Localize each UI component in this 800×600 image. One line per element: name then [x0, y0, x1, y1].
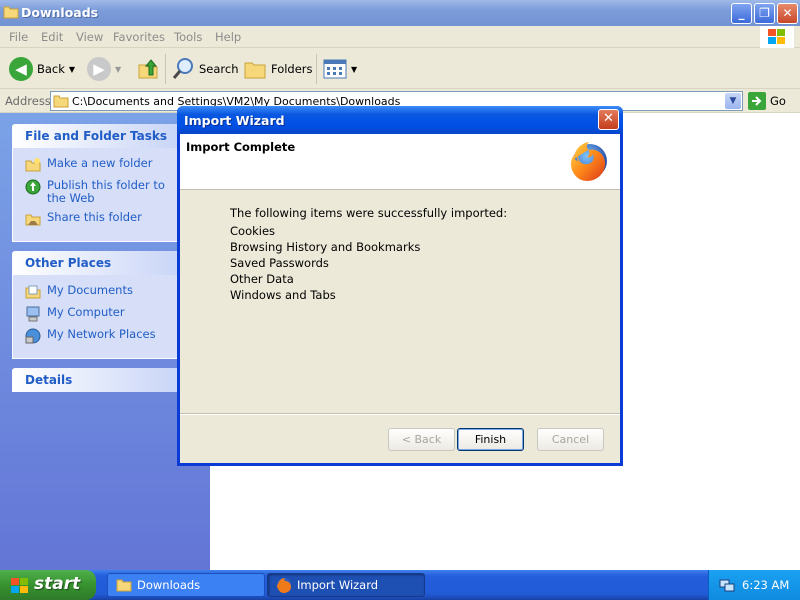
forward-arrow-icon: ▶: [87, 57, 111, 81]
menu-bar: File Edit View Favorites Tools Help: [0, 26, 800, 48]
search-icon: [172, 58, 193, 79]
maximize-button[interactable]: ❐: [754, 3, 775, 24]
back-button-disabled[interactable]: < Back: [388, 428, 455, 451]
network-tray-icon[interactable]: [719, 577, 735, 593]
back-dropdown-icon[interactable]: ▼: [69, 65, 75, 74]
dialog-footer-divider: [180, 413, 620, 415]
folder-icon: [53, 95, 69, 108]
address-dropdown-icon[interactable]: ▼: [725, 93, 741, 109]
menu-help[interactable]: Help: [215, 30, 241, 44]
details-title[interactable]: Details: [12, 368, 188, 392]
firefox-icon: [277, 578, 291, 593]
toolbar: ◀ Back ▼ ▶ ▼ Search Folders ▼: [0, 48, 800, 89]
other-places-panel: Other Places My Documents My Computer My…: [12, 251, 188, 359]
back-button[interactable]: ◀ Back ▼: [9, 56, 75, 82]
cancel-button[interactable]: Cancel: [537, 428, 604, 451]
folder-icon: [3, 6, 19, 19]
details-panel: Details: [12, 368, 188, 392]
publish-folder-link[interactable]: Publish this folder to the Web: [25, 179, 179, 205]
imported-item: Other Data: [230, 272, 294, 286]
other-places-title[interactable]: Other Places: [12, 251, 188, 275]
share-folder-link[interactable]: Share this folder: [25, 211, 179, 227]
toolbar-separator: [165, 54, 166, 84]
imported-item: Browsing History and Bookmarks: [230, 240, 421, 254]
taskbar-item-import-wizard[interactable]: Import Wizard: [267, 573, 425, 597]
toolbar-separator: [316, 54, 317, 84]
my-computer-link[interactable]: My Computer: [25, 306, 179, 322]
my-documents-icon: [25, 285, 41, 299]
dialog-title: Import Wizard: [184, 113, 285, 128]
file-folder-tasks-title[interactable]: File and Folder Tasks: [12, 124, 188, 148]
menu-favorites[interactable]: Favorites: [113, 30, 165, 44]
clock: 6:23 AM: [742, 578, 790, 592]
search-label: Search: [199, 62, 239, 76]
up-folder-icon: [138, 59, 158, 79]
close-button[interactable]: ✕: [777, 3, 798, 24]
windows-logo-icon: [11, 578, 28, 593]
search-button[interactable]: Search: [171, 56, 239, 82]
make-new-folder-link[interactable]: Make a new folder: [25, 157, 179, 173]
menu-tools[interactable]: Tools: [174, 30, 202, 44]
folder-icon: [116, 579, 132, 592]
dialog-titlebar[interactable]: Import Wizard ✕: [177, 106, 623, 134]
import-intro-text: The following items were successfully im…: [230, 206, 508, 220]
dialog-heading: Import Complete: [186, 140, 296, 154]
explorer-titlebar[interactable]: Downloads _ ❐ ✕: [0, 0, 800, 26]
go-arrow-icon: [748, 92, 766, 110]
views-button[interactable]: ▼: [323, 56, 357, 82]
imported-item: Saved Passwords: [230, 256, 329, 270]
dialog-body: The following items were successfully im…: [230, 206, 507, 304]
network-places-icon: [25, 328, 41, 344]
window-title: Downloads: [21, 5, 99, 20]
my-network-places-link[interactable]: My Network Places: [25, 328, 179, 344]
folders-button[interactable]: Folders: [243, 56, 313, 82]
go-button[interactable]: Go: [748, 92, 786, 110]
new-folder-icon: [25, 158, 41, 172]
import-wizard-dialog: Import Wizard ✕ Import Complete The foll…: [177, 106, 623, 466]
dialog-header: Import Complete: [180, 134, 620, 190]
back-arrow-icon: ◀: [9, 57, 33, 81]
views-dropdown-icon[interactable]: ▼: [351, 65, 357, 74]
firefox-logo-icon: [571, 142, 607, 181]
share-folder-icon: [25, 214, 41, 226]
globe-icon: [25, 179, 41, 195]
menu-file[interactable]: File: [9, 30, 28, 44]
finish-button[interactable]: Finish: [457, 428, 524, 451]
folders-label: Folders: [271, 62, 313, 76]
forward-dropdown-icon[interactable]: ▼: [115, 65, 121, 74]
minimize-button[interactable]: _: [731, 3, 752, 24]
views-icon: [323, 59, 347, 79]
taskbar: start Downloads Import Wizard 6:23 AM: [0, 570, 800, 600]
system-tray: 6:23 AM: [708, 570, 800, 600]
forward-button[interactable]: ▶ ▼: [87, 56, 121, 82]
folders-icon: [244, 62, 266, 79]
file-folder-tasks-panel: File and Folder Tasks Make a new folder …: [12, 124, 188, 242]
go-label: Go: [770, 94, 786, 108]
back-label: Back: [37, 62, 65, 76]
address-label: Address: [5, 94, 51, 108]
menu-edit[interactable]: Edit: [41, 30, 63, 44]
my-computer-icon: [26, 306, 40, 322]
my-documents-link[interactable]: My Documents: [25, 284, 179, 300]
dialog-close-button[interactable]: ✕: [598, 109, 619, 130]
taskbar-item-downloads[interactable]: Downloads: [107, 573, 265, 597]
windows-flag-logo: [760, 26, 794, 48]
up-folder-button[interactable]: [136, 56, 160, 82]
imported-item: Windows and Tabs: [230, 288, 336, 302]
start-label: start: [34, 574, 81, 594]
start-button[interactable]: start: [0, 570, 96, 600]
imported-item: Cookies: [230, 224, 276, 238]
menu-view[interactable]: View: [76, 30, 103, 44]
